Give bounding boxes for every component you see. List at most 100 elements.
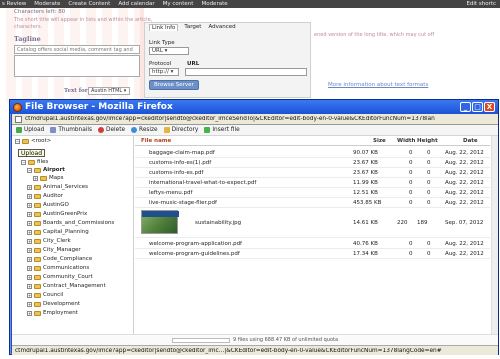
tagline-textarea[interactable]	[14, 55, 140, 77]
upload-button[interactable]: Upload	[16, 127, 44, 133]
collapse-icon[interactable]: −	[21, 159, 26, 165]
protocol-select[interactable]: http:// ▾	[149, 68, 179, 76]
col-file-name[interactable]: File name	[141, 138, 171, 144]
file-row[interactable]: customs-info-es.pdf 23.67 KB 0 0 Aug. 22, 20…	[135, 168, 490, 178]
directory-icon	[163, 127, 170, 133]
tree-item-airport[interactable]: − Airport	[27, 166, 65, 174]
expand-icon[interactable]: +	[27, 202, 32, 208]
expand-icon[interactable]: +	[27, 292, 32, 298]
tree-item[interactable]: + City_Manager	[27, 246, 81, 254]
folder-icon	[34, 292, 41, 298]
admin-toolbar: s Review Moderate Create Content Add cal…	[0, 0, 500, 8]
expand-icon[interactable]: +	[27, 238, 32, 244]
tree-item[interactable]: + Code_Compliance	[27, 255, 92, 263]
tree-item[interactable]: + Communications	[27, 264, 89, 272]
file-row[interactable]: customs-info-es(1).pdf 23.67 KB 0 0 Aug. 22,…	[135, 158, 490, 168]
file-row[interactable]: welcome-program-guidelines.pdf 17.34 KB 0 0…	[135, 249, 490, 259]
expand-icon[interactable]: +	[27, 310, 32, 316]
tree-item[interactable]: + Animal_Services	[27, 183, 88, 191]
col-width[interactable]: Width	[397, 138, 415, 144]
file-row[interactable]: leftys-menu.pdf 12.51 KB 0 0 Aug. 22, 2012	[135, 188, 490, 198]
close-button[interactable]: X	[484, 102, 495, 112]
address-bar[interactable]: ctmdrupal1.austintexas.gov/imce?app=cked…	[12, 114, 498, 125]
thumbnails-button[interactable]: Thumbnails	[50, 127, 92, 133]
expand-icon[interactable]: +	[27, 211, 32, 217]
url-input[interactable]	[185, 68, 307, 76]
tab-advanced[interactable]: Advanced	[207, 24, 236, 31]
expand-icon[interactable]: +	[27, 283, 32, 289]
expand-icon[interactable]: +	[27, 229, 32, 235]
insert-file-button[interactable]: Insert file	[204, 127, 240, 133]
tree-item[interactable]: + AustinGreenPrix	[27, 210, 87, 218]
link-type-select[interactable]: URL ▾	[149, 47, 189, 55]
tree-item-maps[interactable]: + Maps	[33, 174, 63, 182]
file-list-scrollbar[interactable]	[491, 136, 498, 334]
statusbar-text: ctmdrupal1.austintexas.gov/imce?app=cked…	[15, 347, 442, 354]
collapse-icon[interactable]: −	[15, 138, 20, 144]
minimize-button[interactable]: _	[460, 102, 471, 112]
admin-link[interactable]: My content	[163, 1, 194, 7]
tree-root[interactable]: − <root>	[15, 137, 51, 145]
expand-icon[interactable]: +	[33, 175, 38, 181]
thumbnails-icon	[50, 127, 57, 133]
collapse-icon[interactable]: −	[27, 167, 32, 173]
image-thumbnail[interactable]	[141, 210, 179, 234]
file-row[interactable]: live-music-stage-flier.pdf 453.85 KB 0 0 Aug…	[135, 198, 490, 208]
browse-server-button[interactable]: Browse Server	[149, 80, 199, 90]
admin-link[interactable]: Add calendar	[118, 1, 154, 7]
folder-icon	[34, 229, 41, 235]
file-row[interactable]: international-travel-what-to-expect.pdf 1…	[135, 178, 490, 188]
browser-statusbar: ctmdrupal1.austintexas.gov/imce?app=cked…	[12, 345, 498, 355]
folder-icon	[22, 138, 29, 144]
tree-item[interactable]: + Contract_Management	[27, 282, 106, 290]
tree-item[interactable]: + Boards_and_Commissions	[27, 219, 114, 227]
expand-icon[interactable]: +	[27, 220, 32, 226]
folder-icon	[34, 211, 41, 217]
delete-button[interactable]: Delete	[98, 127, 125, 133]
file-row[interactable]: baggage-claim-map.pdf 90.07 KB 0 0 Aug. 22, …	[135, 148, 490, 158]
resize-button[interactable]: Resize	[131, 127, 158, 133]
col-size[interactable]: Size	[373, 138, 386, 144]
edit-shortcuts-link[interactable]: Edit shortc	[466, 1, 500, 7]
text-format-select[interactable]: Austin HTML ▾	[88, 87, 130, 95]
tree-item[interactable]: + City_Clerk	[27, 237, 71, 245]
tree-item[interactable]: + Community_Court	[27, 273, 93, 281]
tab-link-info[interactable]: Link Info	[149, 24, 179, 31]
col-height[interactable]: Height	[417, 138, 438, 144]
file-list: File name Size Width Height Date baggage…	[135, 136, 498, 334]
admin-link[interactable]: Moderate	[34, 1, 60, 7]
expand-icon[interactable]: +	[27, 256, 32, 262]
window-title: File Browser - Mozilla Firefox	[25, 102, 173, 112]
expand-icon[interactable]: +	[27, 301, 32, 307]
maximize-button[interactable]: □	[472, 102, 483, 112]
file-row[interactable]: sustainability.jpg 14.61 KB 220 189 Sep. 07,…	[135, 208, 490, 238]
more-info-link[interactable]: More information about text formats	[328, 82, 428, 88]
folder-icon	[34, 238, 41, 244]
tree-item[interactable]: + AustinGO	[27, 201, 69, 209]
expand-icon[interactable]: +	[27, 247, 32, 253]
background-page: Characters left: 80 The short title will…	[0, 8, 500, 103]
resize-icon	[131, 127, 138, 133]
tree-item-files[interactable]: − files	[21, 158, 48, 166]
tree-item[interactable]: + Capital_Planning	[27, 228, 89, 236]
admin-link[interactable]: s Review	[2, 1, 26, 7]
tree-item[interactable]: + Auditor	[27, 192, 63, 200]
expand-icon[interactable]: +	[27, 265, 32, 271]
folder-icon	[34, 220, 41, 226]
col-date[interactable]: Date	[463, 138, 478, 144]
tree-item[interactable]: + Council	[27, 291, 63, 299]
tagline-input[interactable]: Catalog offers social media, comment tag…	[14, 45, 140, 54]
expand-icon[interactable]: +	[27, 274, 32, 280]
admin-link[interactable]: Create Content	[68, 1, 110, 7]
file-row[interactable]: welcome-program-application.pdf 40.76 KB 0…	[135, 239, 490, 249]
imce-toolbar: Upload Thumbnails Delete Resize Director…	[12, 125, 498, 136]
characters-left: Characters left: 80	[14, 9, 66, 15]
expand-icon[interactable]: +	[27, 184, 32, 190]
admin-link[interactable]: Moderate	[201, 1, 227, 7]
expand-icon[interactable]: +	[27, 193, 32, 199]
tab-target[interactable]: Target	[183, 24, 202, 31]
window-titlebar[interactable]: File Browser - Mozilla Firefox _ □ X	[10, 100, 498, 114]
tree-item[interactable]: + Employment	[27, 309, 78, 317]
tree-item[interactable]: + Development	[27, 300, 80, 308]
directory-button[interactable]: Directory	[163, 127, 198, 133]
